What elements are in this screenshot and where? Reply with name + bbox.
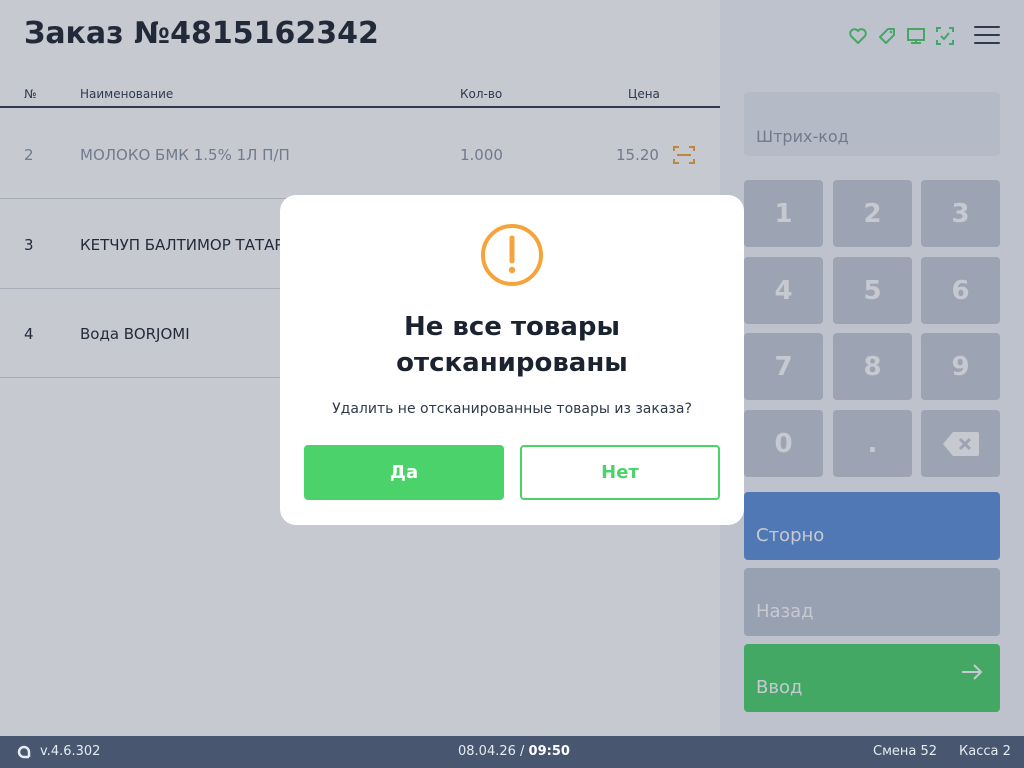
warning-icon <box>481 224 543 286</box>
confirm-dialog: Не все товары отсканированы Удалить не о… <box>280 195 744 525</box>
date: 08.04.26 <box>458 744 516 759</box>
status-bar: v.4.6.302 08.04.26 / 09:50 Смена 52 Касс… <box>0 736 1024 768</box>
yes-button[interactable]: Да <box>304 445 504 500</box>
dialog-title-line1: Не все товары <box>403 312 621 342</box>
logo-icon <box>17 745 31 759</box>
date-time: 08.04.26 / 09:50 <box>458 744 570 759</box>
no-button[interactable]: Нет <box>520 445 720 500</box>
date-time-separator: / <box>515 744 529 759</box>
dialog-title: Не все товары отсканированы <box>280 309 744 381</box>
dialog-title-line2: отсканированы <box>396 348 628 378</box>
cash-register-info: Касса 2 <box>959 744 1011 759</box>
time: 09:50 <box>528 744 570 759</box>
shift-info: Смена 52 <box>873 744 938 759</box>
app-version: v.4.6.302 <box>40 744 101 759</box>
dialog-message: Удалить не отсканированные товары из зак… <box>332 401 692 417</box>
